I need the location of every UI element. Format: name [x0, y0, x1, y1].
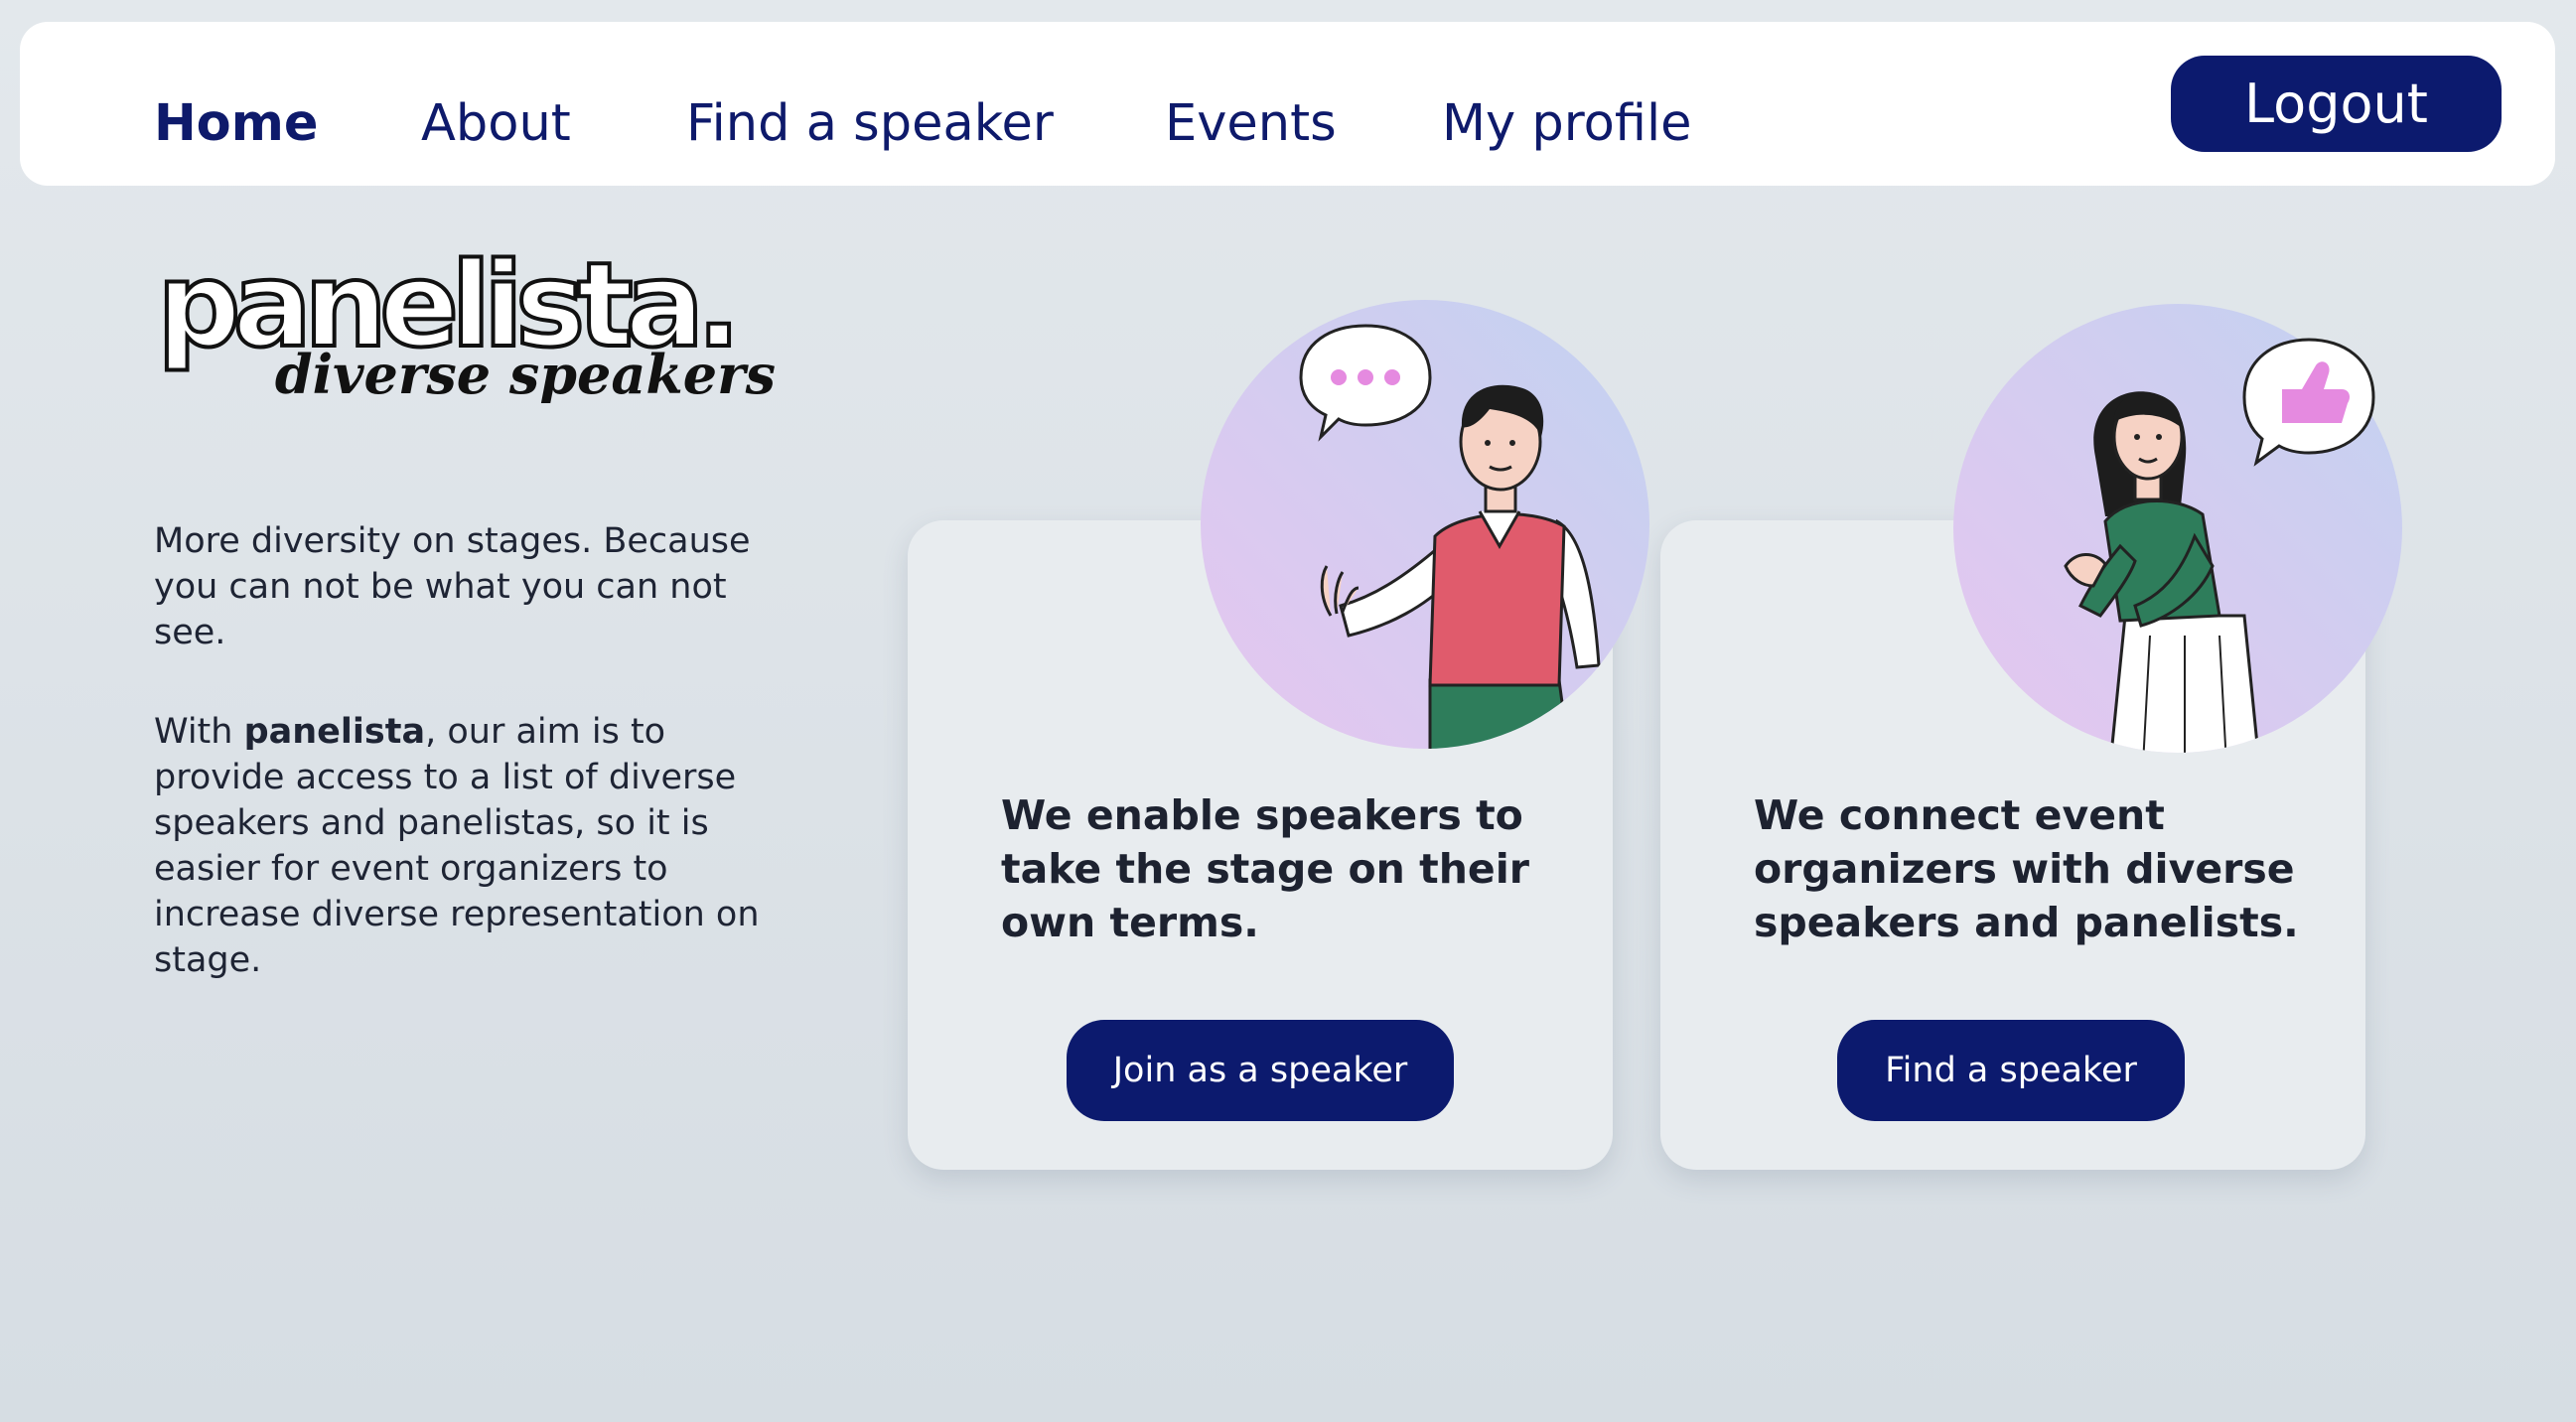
nav-home[interactable]: Home — [154, 93, 318, 155]
nav-events[interactable]: Events — [1165, 93, 1337, 155]
intro-paragraph-2: With panelista, our aim is to provide ac… — [154, 712, 760, 980]
organizer-woman-illustration — [1953, 304, 2402, 753]
panelista-logo: panelista. diverse speakers — [155, 234, 776, 403]
intro-paragraph-1: More diversity on stages. Because you ca… — [154, 521, 751, 652]
nav-about[interactable]: About — [421, 93, 571, 155]
logout-button[interactable]: Logout — [2171, 56, 2502, 152]
brand-name: panelista — [243, 712, 426, 752]
speaker-man-illustration — [1201, 300, 1649, 749]
find-a-speaker-button[interactable]: Find a speaker — [1837, 1020, 2185, 1121]
organizer-card-title: We connect event organizers with diverse… — [1754, 791, 2299, 946]
speaker-card-title: We enable speakers to take the stage on … — [1001, 791, 1529, 946]
nav-my-profile[interactable]: My profile — [1442, 93, 1692, 155]
join-as-speaker-button[interactable]: Join as a speaker — [1067, 1020, 1454, 1121]
intro-text: More diversity on stages. Because you ca… — [154, 518, 760, 1037]
top-navigation: Home About Find a speaker Events My prof… — [20, 22, 2555, 186]
nav-find-a-speaker[interactable]: Find a speaker — [686, 93, 1054, 155]
logo-tagline: diverse speakers — [275, 343, 776, 403]
